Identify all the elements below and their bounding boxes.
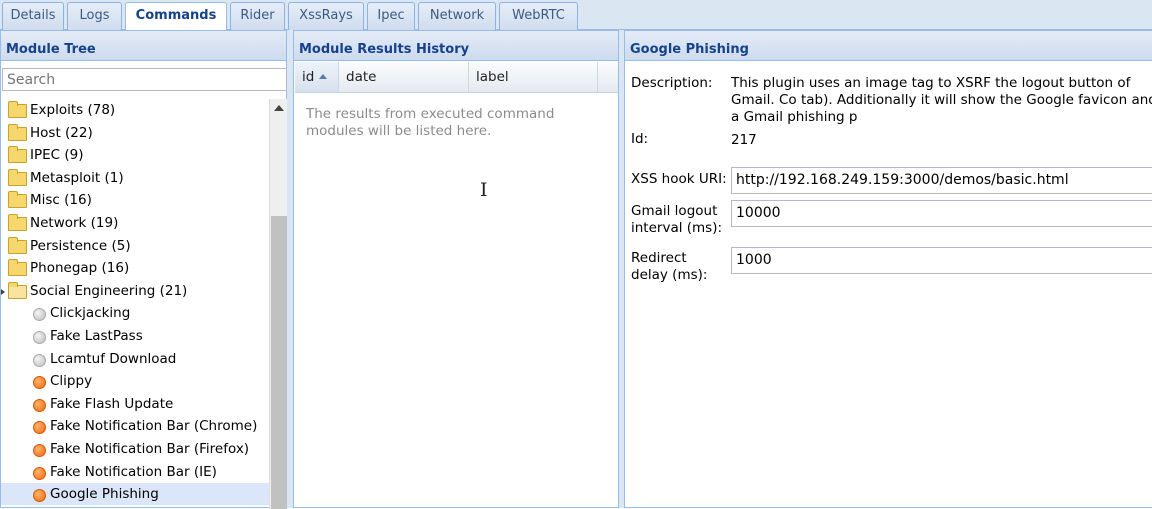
- results-grid-header: id date label: [295, 62, 618, 93]
- tab-commands[interactable]: Commands: [125, 2, 227, 31]
- expanded-arrow-icon[interactable]: [1, 289, 5, 295]
- tree-module-item[interactable]: Fake Notification Bar (IE): [1, 461, 269, 483]
- tree-module-item[interactable]: Google Phishing: [1, 483, 269, 505]
- module-tree-list: Exploits (78) Host (22) IPEC (9) Metasploit…: [1, 99, 269, 509]
- tree-module-item[interactable]: Fake Notification Bar (Firefox): [1, 438, 269, 460]
- tree-item-label: Clickjacking: [50, 305, 131, 321]
- gmail-logout-interval-label: Gmail logout interval (ms):: [631, 203, 723, 236]
- xss-hook-uri-label: XSS hook URI:: [631, 171, 727, 187]
- id-value: 217: [731, 132, 757, 148]
- tree-item-label: Fake LastPass: [50, 328, 143, 344]
- module-detail-title: Google Phishing: [625, 31, 1152, 61]
- tree-item-label: Fake Notification Bar (IE): [50, 464, 217, 480]
- id-label: Id:: [631, 131, 649, 147]
- tree-item-label: Exploits (78): [30, 102, 116, 118]
- tab-xssrays[interactable]: XssRays: [288, 2, 364, 30]
- tree-item-label: Fake Notification Bar (Firefox): [50, 441, 250, 457]
- tree-item-label: Clippy: [50, 373, 93, 389]
- tree-folder[interactable]: Phonegap (16): [1, 257, 269, 279]
- tree-scrollbar[interactable]: [269, 99, 287, 509]
- folder-icon: [8, 146, 27, 163]
- column-header-id[interactable]: id: [295, 62, 339, 92]
- tree-folder[interactable]: Exploits (78): [1, 99, 269, 121]
- tree-item-label: Misc (16): [30, 192, 92, 208]
- tree-folder[interactable]: Host (22): [1, 122, 269, 144]
- tree-item-label: Fake Flash Update: [50, 396, 174, 412]
- tree-item-label: Lcamtuf Download: [50, 351, 177, 367]
- description-text: This plugin uses an image tag to XSRF th…: [731, 75, 1152, 125]
- status-orange-dot-icon: [33, 399, 46, 412]
- scroll-up-arrow-icon[interactable]: [274, 105, 284, 111]
- search-input[interactable]: [2, 68, 287, 91]
- status-gray-dot-icon: [33, 331, 46, 344]
- status-orange-dot-icon: [33, 489, 46, 502]
- status-orange-dot-icon: [33, 421, 46, 434]
- tab-ipec[interactable]: Ipec: [367, 2, 415, 30]
- tab-details[interactable]: Details: [2, 2, 64, 30]
- tab-rider[interactable]: Rider: [230, 2, 285, 30]
- redirect-delay-input[interactable]: 1000: [731, 247, 1152, 274]
- tree-folder[interactable]: Network (19): [1, 212, 269, 234]
- results-history-panel: Module Results History id date label The…: [293, 30, 619, 508]
- column-header-date[interactable]: date: [339, 62, 469, 92]
- tab-network[interactable]: Network: [418, 2, 496, 30]
- tree-folder[interactable]: Social Engineering (21): [1, 280, 269, 302]
- tree-item-label: Persistence (5): [30, 238, 131, 254]
- results-history-title: Module Results History: [294, 31, 618, 61]
- folder-icon: [8, 259, 27, 276]
- tree-item-label: Host (22): [30, 125, 93, 141]
- tree-item-label: IPEC (9): [30, 147, 84, 163]
- folder-icon: [8, 191, 27, 208]
- tree-item-label: Metasploit (1): [30, 170, 124, 186]
- xss-hook-uri-input[interactable]: http://192.168.249.159:3000/demos/basic.…: [731, 167, 1152, 194]
- folder-icon: [8, 169, 27, 186]
- tree-item-label: Google Phishing: [50, 486, 159, 502]
- description-label: Description:: [631, 75, 713, 91]
- status-orange-dot-icon: [33, 444, 46, 457]
- tree-item-label: Fake Notification Bar (Chrome): [50, 418, 258, 434]
- folder-icon: [8, 124, 27, 141]
- status-orange-dot-icon: [33, 376, 46, 389]
- tree-folder[interactable]: Persistence (5): [1, 235, 269, 257]
- tree-module-item[interactable]: Fake Flash Update: [1, 393, 269, 415]
- folder-icon: [8, 237, 27, 254]
- tab-bar: Details Logs Commands Rider XssRays Ipec…: [0, 0, 1152, 31]
- tree-module-item[interactable]: Fake Notification Bar (Chrome): [1, 415, 269, 437]
- status-gray-dot-icon: [33, 308, 46, 321]
- tree-folder[interactable]: IPEC (9): [1, 144, 269, 166]
- tree-item-label: Phonegap (16): [30, 260, 130, 276]
- tree-module-item[interactable]: Clippy: [1, 370, 269, 392]
- tree-item-label: Social Engineering (21): [30, 283, 188, 299]
- redirect-delay-label: Redirect delay (ms):: [631, 250, 708, 283]
- sort-ascending-icon: [319, 74, 328, 79]
- tree-item-label: Network (19): [30, 215, 119, 231]
- tree-module-item[interactable]: Clickjacking: [1, 302, 269, 324]
- tree-folder[interactable]: Misc (16): [1, 189, 269, 211]
- module-tree-panel: Module Tree Exploits (78) Host (22) IPEC (…: [0, 30, 287, 509]
- open-folder-icon: [8, 282, 27, 299]
- text-cursor-icon: I: [480, 179, 488, 201]
- gmail-logout-interval-input[interactable]: 10000: [731, 200, 1152, 227]
- tab-logs[interactable]: Logs: [67, 2, 122, 30]
- tab-webrtc[interactable]: WebRTC: [499, 2, 578, 30]
- tree-module-item[interactable]: Lcamtuf Download: [1, 348, 269, 370]
- folder-icon: [8, 101, 27, 118]
- module-detail-panel: Google Phishing Description: This plugin…: [624, 30, 1152, 508]
- scrollbar-thumb[interactable]: [271, 216, 287, 509]
- empty-results-message: The results from executed command module…: [306, 106, 555, 139]
- folder-icon: [8, 214, 27, 231]
- tree-folder[interactable]: Metasploit (1): [1, 167, 269, 189]
- module-tree-title: Module Tree: [1, 31, 286, 61]
- column-header-label[interactable]: label: [469, 62, 598, 92]
- status-orange-dot-icon: [33, 467, 46, 480]
- tree-module-item[interactable]: Fake LastPass: [1, 325, 269, 347]
- status-gray-dot-icon: [33, 354, 46, 367]
